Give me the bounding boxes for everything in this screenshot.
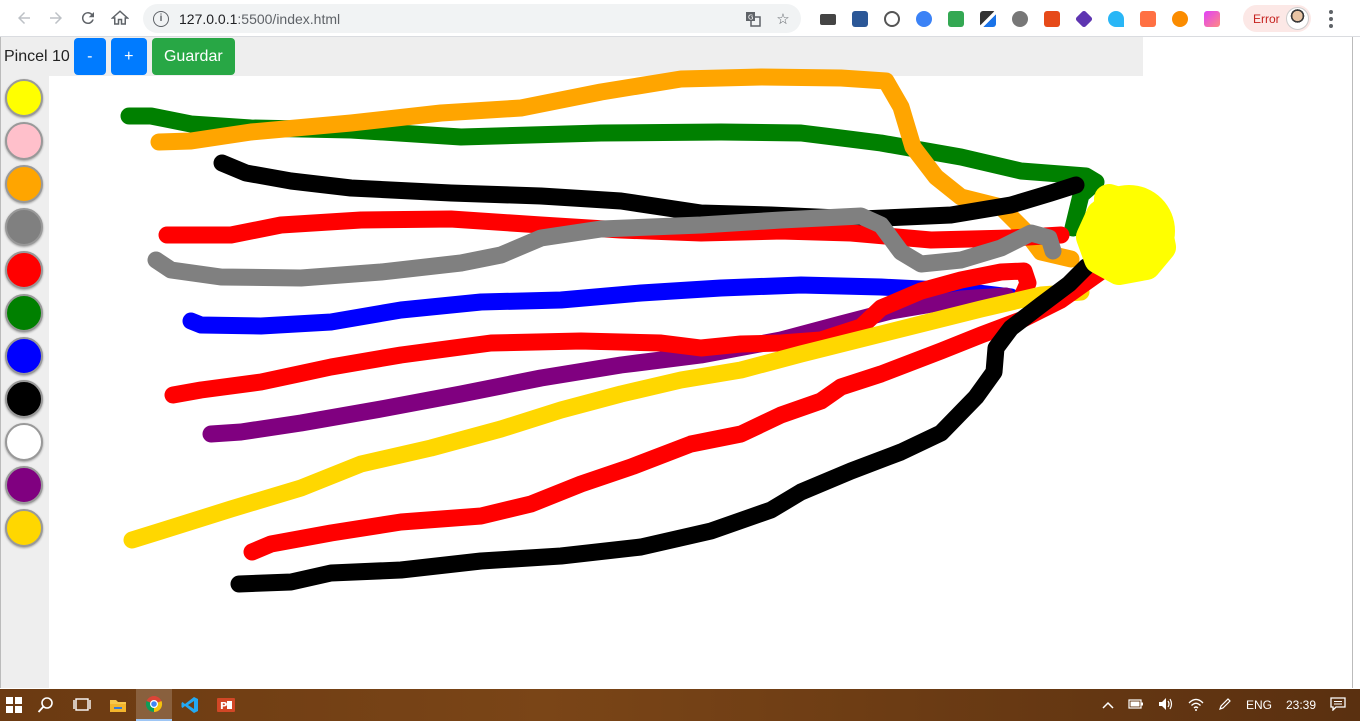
more-vert-icon[interactable] [1320,6,1342,32]
color-swatch[interactable] [5,509,43,547]
color-swatch[interactable] [5,380,43,418]
forward-arrow-icon[interactable] [40,2,72,34]
ext-code-icon[interactable] [876,6,908,32]
screen: i 127.0.0.1:5500/index.html G ☆ Error P… [0,0,1360,721]
ext-eyedropper-icon[interactable] [972,6,1004,32]
battery-icon[interactable] [1128,698,1144,712]
color-swatch[interactable] [5,79,43,117]
pen-icon[interactable] [1218,697,1232,714]
ext-wifi-icon[interactable] [1100,6,1132,32]
chevron-up-icon[interactable] [1102,698,1114,712]
profile-button[interactable]: Error [1243,5,1311,32]
ext-printer-icon[interactable] [812,6,844,32]
decrease-brush-button[interactable]: - [73,38,106,75]
back-arrow-icon[interactable] [8,2,40,34]
color-palette [1,76,49,688]
vscode-icon[interactable] [172,689,208,721]
search-icon[interactable] [28,689,64,721]
address-bar[interactable]: i 127.0.0.1:5500/index.html G ☆ [143,4,801,33]
ext-face-icon[interactable] [1164,6,1196,32]
star-icon[interactable]: ☆ [771,7,795,31]
ext-z-icon[interactable] [1036,6,1068,32]
color-swatch[interactable] [5,337,43,375]
ext-cube-icon[interactable] [1068,6,1100,32]
browser-toolbar: i 127.0.0.1:5500/index.html G ☆ Error [0,0,1360,37]
ext-gradient-icon[interactable] [1196,6,1228,32]
system-tray: ENG 23:39 [1095,689,1360,721]
volume-icon[interactable] [1158,697,1174,714]
page-content: Pincel 10 - + Guardar [0,37,1353,688]
save-button[interactable]: Guardar [151,38,235,75]
file-explorer-icon[interactable] [100,689,136,721]
wifi-icon[interactable] [1188,697,1204,714]
app-toolbar: Pincel 10 - + Guardar [1,37,1143,76]
ext-circle-icon[interactable] [908,6,940,32]
translate-icon[interactable]: G [741,7,765,31]
clock[interactable]: 23:39 [1286,698,1316,712]
color-swatch[interactable] [5,208,43,246]
color-swatch[interactable] [5,251,43,289]
brush-size-label: Pincel 10 [4,47,70,65]
url-host: 127.0.0.1 [179,10,238,27]
svg-text:G: G [748,14,753,22]
color-swatch[interactable] [5,466,43,504]
ext-gear-icon[interactable] [1004,6,1036,32]
drawing-canvas[interactable] [49,76,1143,688]
color-swatch[interactable] [5,122,43,160]
taskbar: P ENG 23:39 [0,689,1360,721]
url-path: :5500/index.html [237,10,341,27]
info-icon[interactable]: i [153,10,169,27]
windows-start-icon[interactable] [0,689,28,721]
color-swatch[interactable] [5,423,43,461]
powerpoint-icon[interactable]: P [208,689,244,721]
language-indicator[interactable]: ENG [1246,698,1272,712]
avatar [1286,7,1309,30]
ext-orange-icon[interactable] [1132,6,1164,32]
chrome-icon[interactable] [136,689,172,721]
ext-save-icon[interactable] [844,6,876,32]
svg-text:P: P [220,701,227,712]
ext-mail-icon[interactable] [940,6,972,32]
color-swatch[interactable] [5,294,43,332]
extensions-bar [812,6,1228,32]
task-view-icon[interactable] [64,689,100,721]
notifications-icon[interactable] [1330,696,1346,714]
reload-icon[interactable] [72,2,104,34]
home-icon[interactable] [104,2,136,34]
increase-brush-button[interactable]: + [110,38,147,75]
color-swatch[interactable] [5,165,43,203]
profile-error-label: Error [1253,11,1280,26]
